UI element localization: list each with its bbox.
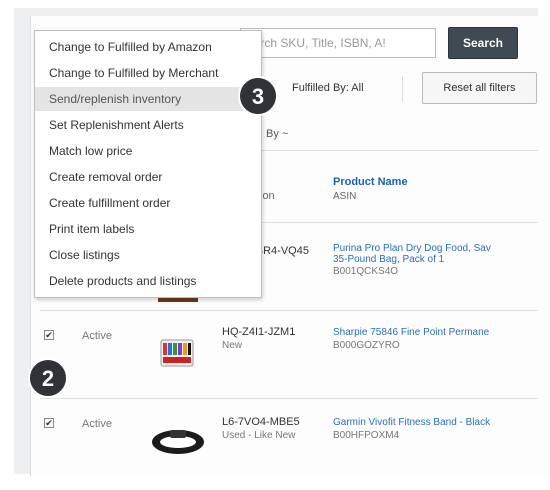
- filter-divider: [402, 76, 403, 102]
- search-button[interactable]: Search: [448, 27, 518, 59]
- fulfilled-by-filter[interactable]: Fulfilled By: All: [292, 82, 364, 94]
- row-1-product-link-line2[interactable]: 35-Pound Bag, Pack of 1: [333, 254, 543, 265]
- menu-item-send-replenish-inventory[interactable]: Send/replenish inventory: [35, 87, 261, 111]
- row-3-product-link[interactable]: Garmin Vivofit Fitness Band - Black: [333, 417, 543, 428]
- row-1-asin: B001QCKS4O: [333, 266, 399, 277]
- menu-item-print-item-labels[interactable]: Print item labels: [35, 217, 261, 241]
- row-3-status: Active: [82, 418, 112, 430]
- column-header-condition: ion: [260, 190, 275, 202]
- column-header-asin: ASIN: [333, 191, 357, 202]
- row-3-sku: L6-7VO4-MBE5: [222, 416, 300, 428]
- step-3-badge: 3: [238, 76, 278, 116]
- menu-item-delete-products[interactable]: Delete products and listings: [35, 269, 261, 293]
- row-3-checkbox[interactable]: ✔: [44, 418, 54, 428]
- row-2-asin: B000GOZYRO: [333, 340, 400, 351]
- menu-item-match-low-price[interactable]: Match low price: [35, 139, 261, 163]
- menu-item-replenishment-alerts[interactable]: Set Replenishment Alerts: [35, 113, 261, 137]
- row-1-sku: 4R4-VQ45: [257, 245, 309, 257]
- menu-item-fulfilled-by-merchant[interactable]: Change to Fulfilled by Merchant: [35, 61, 261, 85]
- row-divider: [40, 310, 538, 311]
- row-2-sku: HQ-Z4I1-JZM1: [222, 326, 296, 338]
- sort-by-dropdown[interactable]: By ~: [266, 128, 288, 140]
- row-2-checkbox[interactable]: ✔: [44, 330, 54, 340]
- menu-item-create-removal-order[interactable]: Create removal order: [35, 165, 261, 189]
- row-2-product-link[interactable]: Sharpie 75846 Fine Point Permane: [333, 327, 543, 338]
- step-2-badge: 2: [28, 358, 68, 398]
- row-2-status: Active: [82, 330, 112, 342]
- row-2-condition: New: [222, 340, 243, 351]
- product-thumbnail-markers: [160, 336, 194, 370]
- row-1-product-link[interactable]: Purina Pro Plan Dry Dog Food, Sav: [333, 243, 543, 254]
- reset-filters-button[interactable]: Reset all filters: [422, 72, 537, 104]
- search-input[interactable]: earch SKU, Title, ISBN, A!: [240, 28, 436, 58]
- menu-item-create-fulfillment-order[interactable]: Create fulfillment order: [35, 191, 261, 215]
- row-3-condition: Used - Like New: [222, 430, 296, 441]
- row-divider: [40, 398, 538, 399]
- menu-item-fulfilled-by-amazon[interactable]: Change to Fulfilled by Amazon: [35, 35, 261, 59]
- column-header-product-name[interactable]: Product Name: [333, 176, 408, 188]
- row-3-asin: B00HFPOXM4: [333, 430, 400, 441]
- product-thumbnail-fitness-band: [148, 420, 208, 462]
- menu-item-close-listings[interactable]: Close listings: [35, 243, 261, 267]
- actions-dropdown-menu: Change to Fulfilled by Amazon Change to …: [34, 30, 262, 298]
